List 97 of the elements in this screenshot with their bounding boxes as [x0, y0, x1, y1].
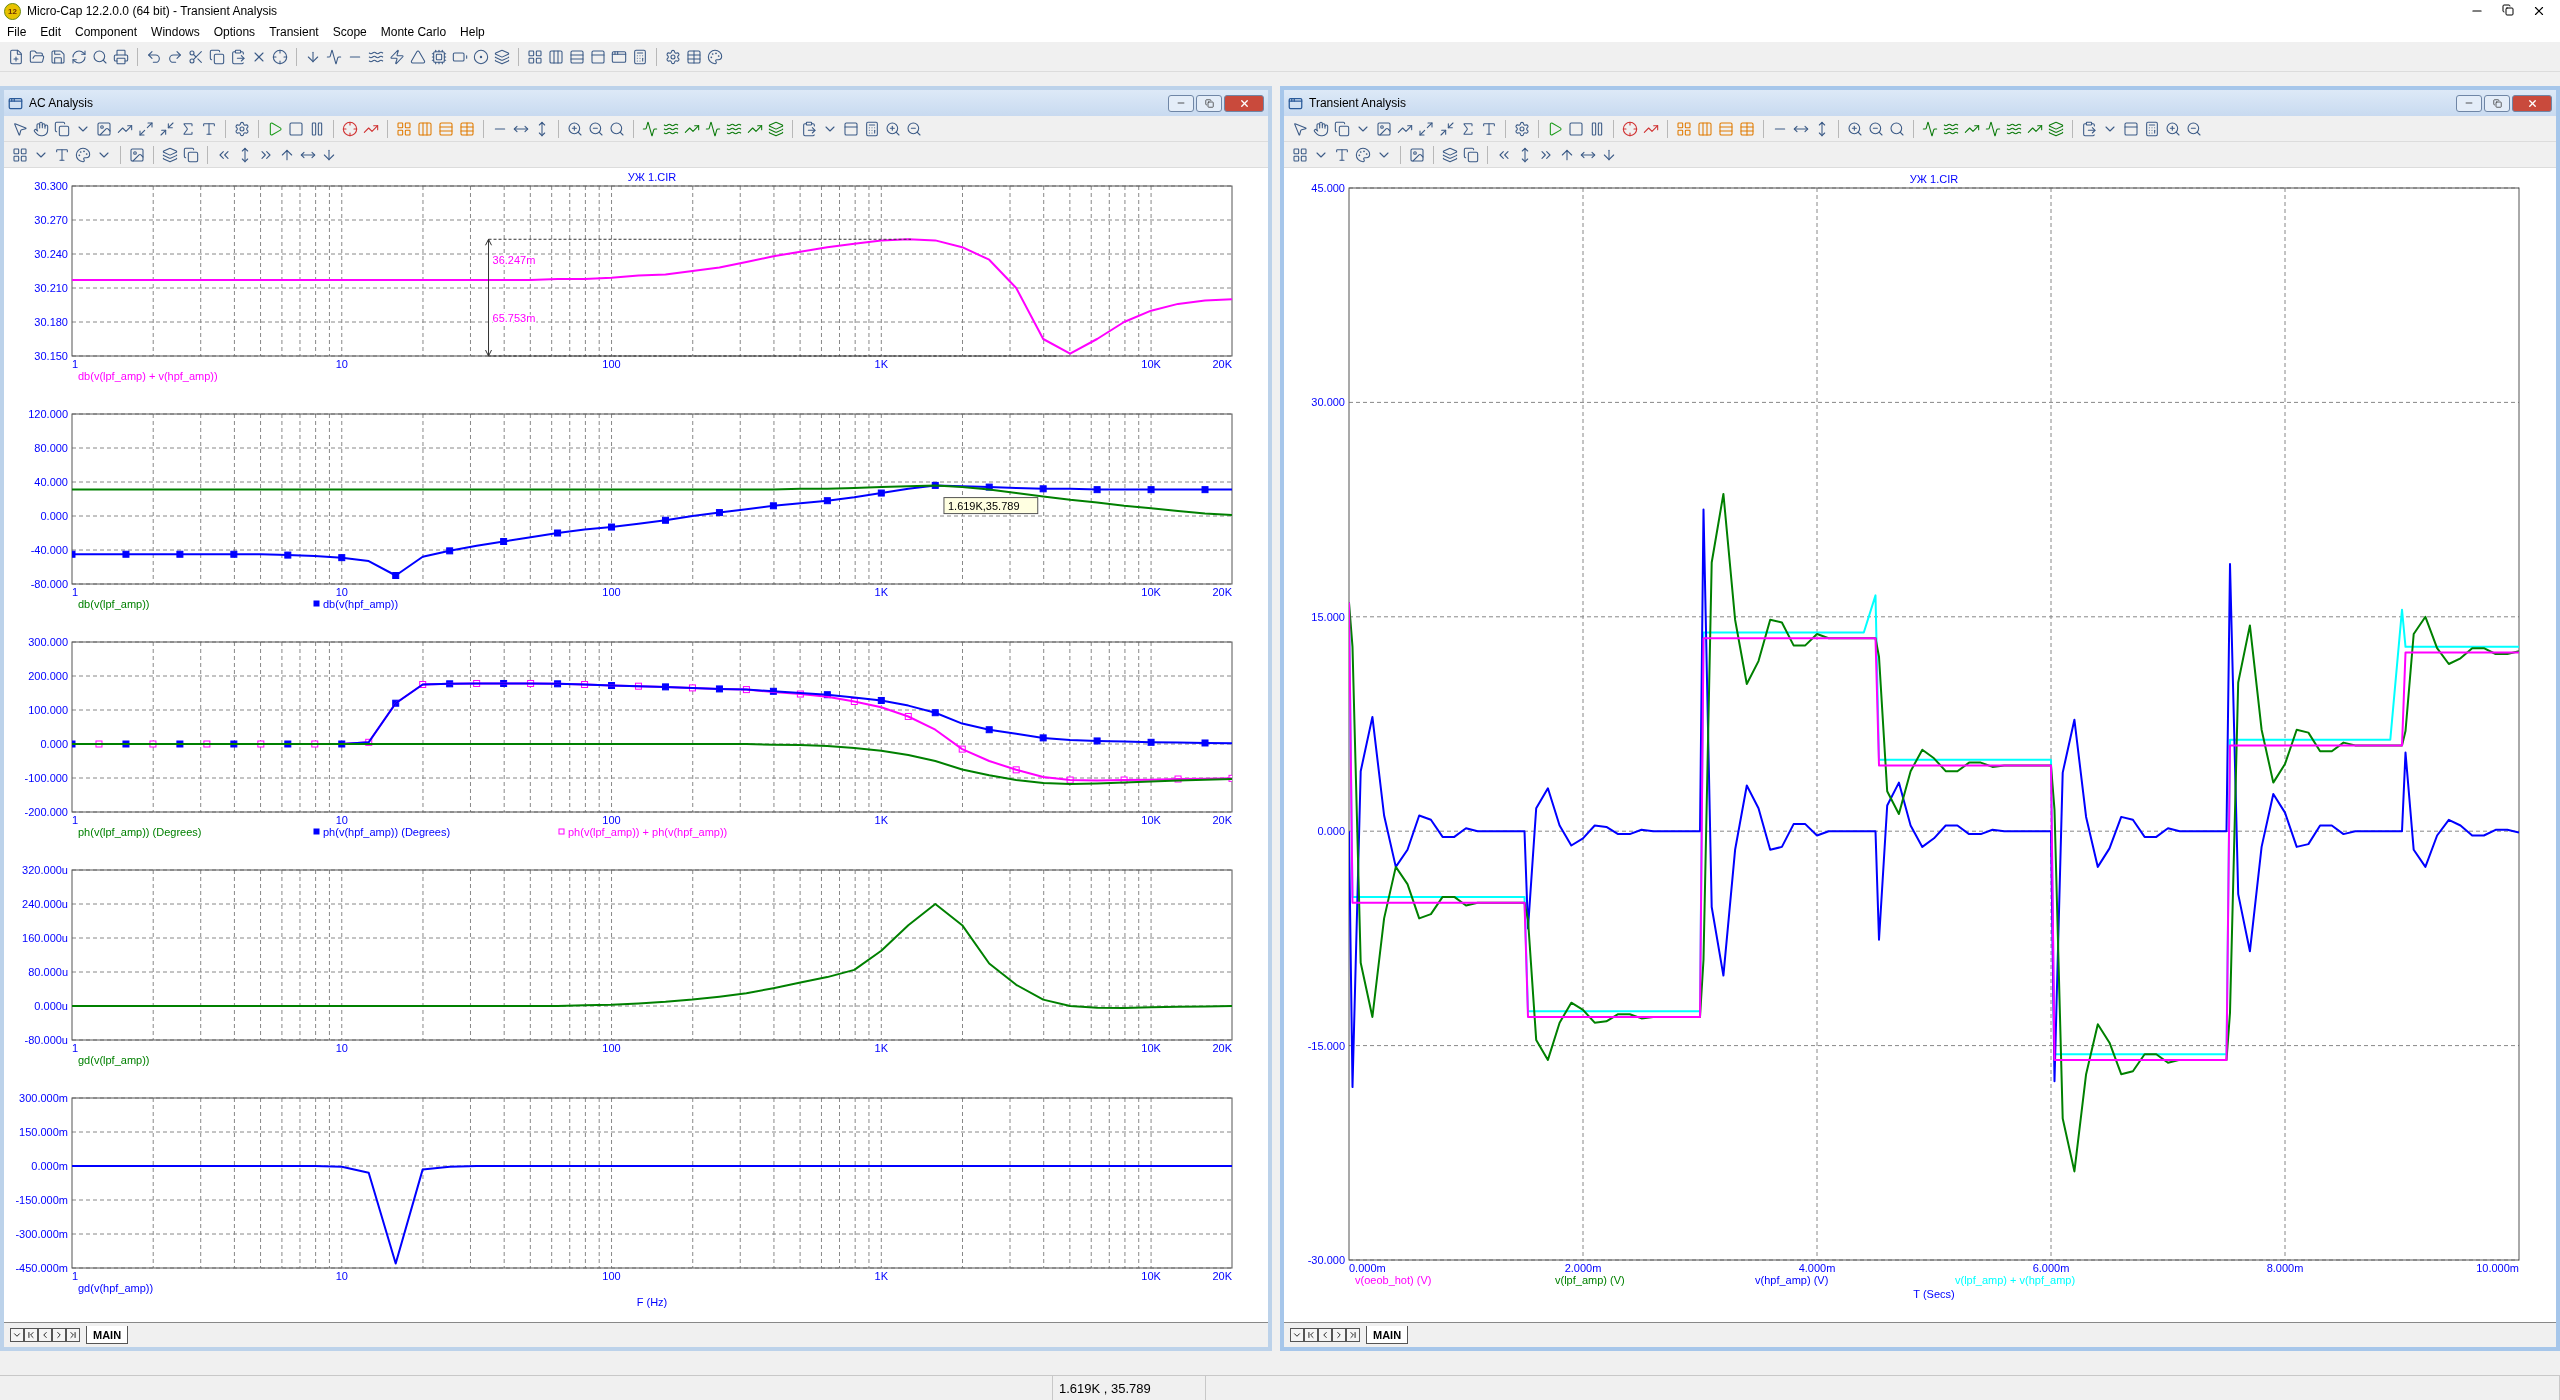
tick-label: 1 [72, 1270, 79, 1282]
tick-label: 40.000 [34, 476, 68, 488]
tick-label: 160.000u [22, 932, 68, 944]
app-logo: 12 [4, 2, 21, 20]
tick-label: -300.000m [15, 1228, 68, 1240]
dimension-label: 65.753m [492, 312, 536, 325]
window-title: AC Analysis [29, 96, 95, 110]
tick-label: 30.300 [34, 180, 68, 192]
tick-label: 120.000 [28, 408, 68, 420]
tick-label: 0.000 [40, 510, 68, 522]
trace-label: db(v(lpf_amp) + v(hpf_amp)) [78, 370, 218, 382]
tick-label: -30.000 [1307, 1254, 1345, 1266]
tick-label: 150.000m [19, 1126, 68, 1138]
tick-label: 8.000m [2266, 1262, 2304, 1274]
tick-label: 30.270 [34, 214, 68, 226]
trace-label: db(v(hpf_amp)) [323, 598, 399, 610]
tick-label: 80.000u [28, 966, 68, 978]
tick-label: -80.000u [24, 1034, 68, 1046]
trace-label: ph(v(lpf_amp)) + ph(v(hpf_amp)) [568, 826, 728, 838]
tick-label: 10 [335, 1270, 348, 1282]
tick-label: 20K [1212, 1042, 1232, 1054]
tick-label: 30.180 [34, 316, 68, 328]
tick-label: 320.000u [22, 864, 68, 876]
dimension-label: 36.247m [492, 253, 536, 266]
tick-label: -200.000 [24, 806, 68, 818]
tick-label: 10 [335, 1042, 348, 1054]
axis-title: T (Secs) [1913, 1288, 1955, 1300]
trace-label: gd(v(hpf_amp)) [78, 1282, 154, 1294]
tick-label: 1K [874, 1042, 889, 1054]
tick-label: 0.000u [34, 1000, 68, 1012]
tick-label: 1K [874, 814, 889, 826]
trace-label: v(lpf_amp) (V) [1555, 1274, 1625, 1286]
tick-label: 10 [335, 358, 348, 370]
trace-label: ph(v(hpf_amp)) (Degrees) [323, 826, 451, 838]
tick-label: 1 [72, 814, 79, 826]
tick-label: -15.000 [1307, 1039, 1345, 1052]
tick-label: 20K [1212, 358, 1232, 370]
trace-label: v(oeob_hot) (V) [1355, 1274, 1432, 1286]
tick-label: 15.000 [1311, 610, 1345, 623]
tick-label: 10 [335, 814, 348, 826]
tick-label: 0.000m [31, 1160, 68, 1172]
trace-label: v(hpf_amp) (V) [1755, 1274, 1829, 1286]
tick-label: 20K [1212, 586, 1232, 598]
status-text: 1.619K , 35.789 [1059, 1380, 1151, 1396]
tick-label: 1 [72, 358, 79, 370]
tick-label: 300.000m [19, 1092, 68, 1104]
trace-label: gd(v(lpf_amp)) [78, 1054, 150, 1066]
tick-label: -450.000m [15, 1262, 68, 1274]
tick-label: 30.210 [34, 282, 68, 294]
tick-label: 100.000 [28, 704, 68, 716]
tick-label: 10K [1141, 1042, 1161, 1054]
window-title: Transient Analysis [1309, 96, 1407, 110]
tick-label: 30.150 [34, 350, 68, 362]
cursor-tooltip: 1.619K,35.789 [943, 497, 1039, 515]
tick-label: 10K [1141, 814, 1161, 826]
tick-label: 30.240 [34, 248, 68, 260]
tick-label: -100.000 [24, 772, 68, 784]
tick-label: 80.000 [34, 442, 68, 454]
tick-label: 100 [602, 1042, 621, 1054]
tick-label: 100 [602, 814, 621, 826]
tick-label: -150.000m [15, 1194, 68, 1206]
tick-label: 10K [1141, 586, 1161, 598]
trace-label: v(lpf_amp) + v(hpf_amp) [1955, 1274, 2076, 1286]
tick-label: 20K [1212, 814, 1232, 826]
tick-label: -40.000 [30, 544, 68, 556]
tick-label: 2.000m [1564, 1262, 1602, 1274]
tick-label: 45.000 [1311, 182, 1345, 194]
tick-label: -80.000 [30, 578, 68, 590]
plot-title: УЖ 1.CIR [1909, 173, 1959, 185]
tick-label: 100 [602, 586, 621, 598]
annotation: 1.619K,35.789 [947, 499, 1020, 512]
tick-label: 20K [1212, 1270, 1232, 1282]
tick-label: 100 [602, 1270, 621, 1282]
trace-label: ph(v(lpf_amp)) (Degrees) [78, 826, 202, 838]
tick-label: 1 [72, 1042, 79, 1054]
tick-label: 200.000 [28, 670, 68, 682]
tick-label: 6.000m [2032, 1262, 2070, 1274]
tick-label: 0.000 [40, 738, 68, 750]
tick-label: 1K [874, 1270, 889, 1282]
tick-label: 30.000 [1311, 396, 1345, 409]
tick-label: 10K [1141, 358, 1161, 370]
tick-label: 10.000m [2476, 1262, 2519, 1274]
tick-label: 300.000 [28, 636, 68, 648]
tick-label: 4.000m [1798, 1262, 1836, 1274]
plot-title: УЖ 1.CIR [627, 171, 677, 183]
tick-label: 10 [335, 586, 348, 598]
trace-label: db(v(lpf_amp)) [78, 598, 150, 610]
tick-label: 1K [874, 586, 889, 598]
tick-label: 1K [874, 358, 889, 370]
tick-label: 240.000u [22, 898, 68, 910]
tick-label: 1 [72, 586, 79, 598]
tick-label: 10K [1141, 1270, 1161, 1282]
app-title: Micro-Cap 12.2.0.0 (64 bit) - Transient Analysis [27, 4, 279, 18]
axis-title: F (Hz) [636, 1296, 668, 1308]
tick-label: 0.000 [1317, 825, 1345, 838]
tick-label: 100 [602, 358, 621, 370]
tick-label: 0.000m [1349, 1262, 1386, 1274]
